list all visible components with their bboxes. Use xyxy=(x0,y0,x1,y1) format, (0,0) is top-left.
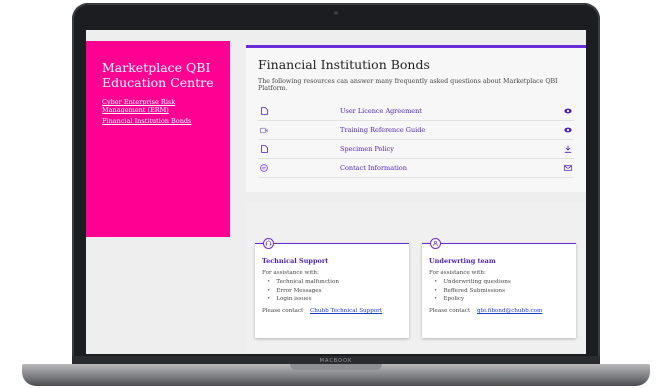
sidebar-link-financial-bonds[interactable]: Financial Institution Bonds xyxy=(102,117,214,125)
resource-label: Training Reference Guide xyxy=(340,126,426,134)
video-icon xyxy=(260,126,268,134)
sidebar: Marketplace QBI Education Centre Cyber E… xyxy=(86,41,230,237)
sidebar-title-line2: Education Centre xyxy=(102,75,214,90)
card-divider xyxy=(422,243,576,244)
support-panel: Technical Support For assistance with: T… xyxy=(246,203,586,354)
page-title: Financial Institution Bonds xyxy=(258,57,430,72)
resource-row-user-licence[interactable]: User Licence Agreement xyxy=(258,102,574,121)
card-divider xyxy=(255,243,409,244)
underwriting-email-link[interactable]: qbi.fibond@chubb.com xyxy=(477,308,542,314)
card-list: Underwriting questions Reffered Submissi… xyxy=(434,279,569,302)
resource-row-contact-info[interactable]: Contact Information xyxy=(258,159,574,178)
card-contact: Please contact qbi.fibond@chubb.com xyxy=(429,308,569,314)
card-intro: For assistance with: xyxy=(429,270,486,276)
sidebar-title-line1: Marketplace QBI xyxy=(102,60,211,75)
laptop-lid: Marketplace QBI Education Centre Cyber E… xyxy=(72,3,600,365)
resource-row-specimen-policy[interactable]: Specimen Policy xyxy=(258,140,574,159)
contact-prefix: Please contact xyxy=(262,308,304,315)
team-icon xyxy=(430,238,441,249)
sidebar-link-cyber-erm[interactable]: Cyber Enterprise Risk Management (ERM) xyxy=(102,98,214,114)
laptop-screen: Marketplace QBI Education Centre Cyber E… xyxy=(86,30,586,354)
resources-panel: Financial Institution Bonds The followin… xyxy=(246,45,586,192)
download-icon[interactable] xyxy=(564,145,572,153)
sidebar-title: Marketplace QBI Education Centre xyxy=(102,60,214,90)
list-item: Epolicy xyxy=(434,296,569,302)
card-intro: For assistance with: xyxy=(262,270,319,276)
resource-label: Contact Information xyxy=(340,164,407,172)
document-icon xyxy=(260,107,268,115)
technical-support-link[interactable]: Chubb Technical Support xyxy=(310,308,382,314)
list-item: Technical malfunction xyxy=(267,279,402,285)
page-description: The following resources can answer many … xyxy=(258,78,558,92)
list-item: Login issues xyxy=(267,296,402,302)
underwriting-team-card: Underwrting team For assistance with: Un… xyxy=(422,238,576,338)
resource-label: Specimen Policy xyxy=(340,145,394,153)
support-icon xyxy=(263,238,274,249)
list-item: Underwriting questions xyxy=(434,279,569,285)
contact-prefix: Please contact xyxy=(429,308,471,315)
list-item: Error Messages xyxy=(267,288,402,294)
eye-icon[interactable] xyxy=(564,107,572,115)
card-contact: Please contact Chubb Technical Support xyxy=(262,308,402,314)
card-title: Technical Support xyxy=(262,257,329,265)
camera-icon xyxy=(334,11,338,15)
technical-support-card: Technical Support For assistance with: T… xyxy=(255,238,409,338)
card-title: Underwrting team xyxy=(429,257,496,265)
mail-icon[interactable] xyxy=(564,164,572,172)
chat-icon xyxy=(260,164,268,172)
eye-icon[interactable] xyxy=(564,126,572,134)
laptop-notch xyxy=(290,364,382,370)
document-icon xyxy=(260,145,268,153)
resource-row-training-guide[interactable]: Training Reference Guide xyxy=(258,121,574,140)
list-item: Reffered Submissions xyxy=(434,288,569,294)
resource-label: User Licence Agreement xyxy=(340,107,422,115)
card-list: Technical malfunction Error Messages Log… xyxy=(267,279,402,302)
laptop-base xyxy=(22,364,650,386)
